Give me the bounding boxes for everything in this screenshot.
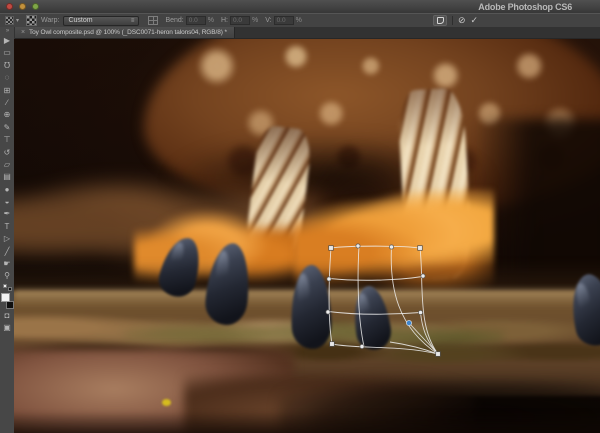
hand-tool[interactable]: ☛ <box>0 258 14 270</box>
h-label: H: <box>221 17 228 24</box>
document-tab-strip: × Toy Owl composite.psd @ 100% (_DSC0071… <box>14 27 600 39</box>
move-tool[interactable]: ▶ <box>0 35 14 47</box>
mesh-corner-anchor[interactable] <box>329 246 334 251</box>
mesh-vertical-2 <box>391 247 438 354</box>
mesh-corner-anchor[interactable] <box>436 352 441 357</box>
mesh-control-handle[interactable] <box>360 344 364 348</box>
quick-selection-tool[interactable]: ◌ <box>0 72 14 84</box>
bend-label: Bend: <box>165 17 183 24</box>
v-input[interactable]: 0.0 <box>274 16 294 25</box>
color-swatches <box>1 293 14 309</box>
mesh-control-handle[interactable] <box>421 274 425 278</box>
v-field-group: V: 0.0 % <box>265 16 302 25</box>
document-tab[interactable]: × Toy Owl composite.psd @ 100% (_DSC0071… <box>14 27 235 38</box>
mesh-corner-anchor[interactable] <box>330 342 335 347</box>
tools-lower-group: ◘▣ <box>0 310 14 335</box>
warp-mode-icon <box>437 17 444 24</box>
bend-unit: % <box>208 17 214 24</box>
app-title: Adobe Photoshop CS6 <box>478 1 572 13</box>
photoshop-window: Adobe Photoshop CS6 ▾ Warp: Custom ≡ Ben… <box>0 0 600 433</box>
mesh-selected-handle[interactable] <box>406 320 411 325</box>
document-canvas[interactable] <box>14 39 600 433</box>
warp-label: Warp: <box>41 17 59 24</box>
mesh-corner-anchor[interactable] <box>418 246 423 251</box>
v-label: V: <box>265 17 271 24</box>
tool-preset-icon <box>5 16 14 25</box>
minimize-window-button[interactable] <box>19 3 26 10</box>
foreground-color-swatch[interactable] <box>1 293 10 302</box>
rectangular-marquee-tool[interactable]: ▭ <box>0 47 14 59</box>
h-field-group: H: 0.0 % <box>221 16 258 25</box>
mesh-control-handle[interactable] <box>418 310 422 314</box>
v-unit: % <box>296 17 302 24</box>
tool-preset-picker[interactable]: ▾ <box>5 16 19 25</box>
default-colors-icon[interactable] <box>3 284 12 291</box>
tools-upper-group: ▶▭℧◌⊞∕⊕✎⊤↺▱▤●◒✒T▷╱☛⚲ <box>0 35 14 283</box>
screen-mode-button[interactable]: ▣ <box>0 322 14 334</box>
eyedropper-tool[interactable]: ∕ <box>0 97 14 109</box>
commit-transform-button[interactable]: ✓ <box>471 15 479 26</box>
close-tab-icon[interactable]: × <box>21 29 25 36</box>
mesh-left-edge <box>329 248 332 344</box>
default-background-chip <box>8 287 12 291</box>
separator <box>452 16 453 25</box>
gradient-tool[interactable]: ▤ <box>0 171 14 183</box>
document-tab-title: Toy Owl composite.psd @ 100% (_DSC0071-h… <box>29 29 227 36</box>
brush-tool[interactable]: ✎ <box>0 122 14 134</box>
dodge-tool[interactable]: ◒ <box>0 196 14 208</box>
h-input[interactable]: 0.0 <box>230 16 250 25</box>
warp-orientation-icon[interactable] <box>148 16 158 25</box>
background-color-swatch[interactable] <box>6 301 14 309</box>
close-window-button[interactable] <box>6 3 13 10</box>
zoom-tool[interactable]: ⚲ <box>0 270 14 282</box>
path-selection-tool[interactable]: ▷ <box>0 233 14 245</box>
mesh-control-handle[interactable] <box>356 244 360 248</box>
lasso-tool[interactable]: ℧ <box>0 60 14 72</box>
bend-input[interactable]: 0.0 <box>186 16 206 25</box>
mesh-horizontal-1 <box>330 277 423 281</box>
warp-style-value: Custom <box>68 17 92 24</box>
window-controls <box>6 3 39 10</box>
default-foreground-chip <box>3 284 7 288</box>
warp-mesh-overlay[interactable] <box>14 39 600 433</box>
mesh-top-edge <box>331 246 420 248</box>
tools-panel: » ▶▭℧◌⊞∕⊕✎⊤↺▱▤●◒✒T▷╱☛⚲ ◘▣ <box>0 27 15 433</box>
chevron-down-icon: ▾ <box>16 17 19 24</box>
mesh-horizontal-2 <box>329 312 421 315</box>
clone-stamp-tool[interactable]: ⊤ <box>0 134 14 146</box>
panel-collapse-button[interactable]: » <box>6 27 8 35</box>
mesh-control-handle[interactable] <box>327 277 331 281</box>
healing-brush-tool[interactable]: ⊕ <box>0 109 14 121</box>
options-bar: ▾ Warp: Custom ≡ Bend: 0.0 % H: 0.0 % V:… <box>0 13 600 28</box>
bend-field-group: Bend: 0.0 % <box>165 16 214 25</box>
blur-tool[interactable]: ● <box>0 184 14 196</box>
titlebar: Adobe Photoshop CS6 <box>0 0 600 14</box>
dropdown-menu-icon: ≡ <box>131 18 135 24</box>
zoom-window-button[interactable] <box>32 3 39 10</box>
toggle-warp-mode-button[interactable] <box>433 15 447 26</box>
h-unit: % <box>252 17 258 24</box>
warp-style-dropdown[interactable]: Custom ≡ <box>63 16 139 26</box>
crop-tool[interactable]: ⊞ <box>0 85 14 97</box>
cancel-transform-button[interactable]: ⊘ <box>458 15 466 26</box>
quick-mask-button[interactable]: ◘ <box>0 310 14 322</box>
mesh-vertical-1 <box>358 247 364 347</box>
transform-commit-cluster: ⊘ ✓ <box>433 15 478 26</box>
eraser-tool[interactable]: ▱ <box>0 159 14 171</box>
warp-grid-icon <box>26 15 37 26</box>
line-tool[interactable]: ╱ <box>0 246 14 258</box>
mesh-control-handle[interactable] <box>326 310 330 314</box>
type-tool[interactable]: T <box>0 221 14 233</box>
mesh-control-handle[interactable] <box>389 245 393 249</box>
history-brush-tool[interactable]: ↺ <box>0 147 14 159</box>
pen-tool[interactable]: ✒ <box>0 208 14 220</box>
